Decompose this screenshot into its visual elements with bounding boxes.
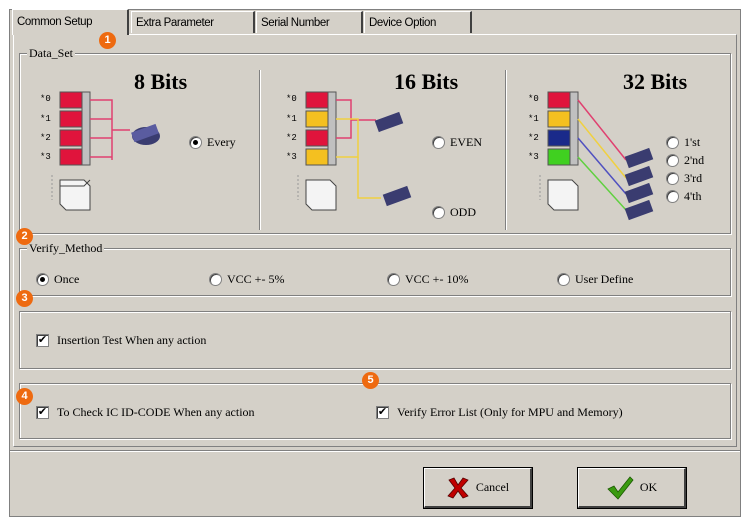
- radio-every[interactable]: Every: [189, 135, 236, 150]
- callout-badge-2: 2: [16, 228, 33, 245]
- radio-vcc-5-dot[interactable]: [209, 273, 222, 286]
- radio-odd-label: ODD: [450, 205, 476, 219]
- radio-2nd[interactable]: 2'nd: [666, 153, 704, 168]
- verify-error-list-label: Verify Error List (Only for MPU and Memo…: [397, 405, 623, 419]
- radio-user-define[interactable]: User Define: [557, 272, 633, 287]
- callout-badge-5: 5: [362, 372, 379, 389]
- dialog-panel: Common Setup Extra Parameter Serial Numb…: [9, 9, 741, 517]
- cancel-button[interactable]: Cancel: [423, 467, 533, 509]
- radio-every-label: Every: [207, 135, 236, 149]
- radio-user-define-label: User Define: [575, 272, 634, 286]
- radio-1st-label: 1'st: [684, 135, 701, 149]
- tab-device-option[interactable]: Device Option: [364, 11, 472, 33]
- radio-once-dot[interactable]: [36, 273, 49, 286]
- bits-32-diagram-icon: [539, 91, 654, 221]
- radio-every-dot[interactable]: [189, 136, 202, 149]
- radio-even-label: EVEN: [450, 135, 482, 149]
- radio-even-dot[interactable]: [432, 136, 445, 149]
- verify-error-list-check-icon[interactable]: ✔: [376, 406, 389, 419]
- ok-button[interactable]: OK: [577, 467, 687, 509]
- radio-2nd-dot[interactable]: [666, 154, 679, 167]
- bits-8-diagram-icon: [51, 91, 160, 211]
- radio-4th-dot[interactable]: [666, 190, 679, 203]
- radio-vcc-10-label: VCC +- 10%: [405, 272, 469, 286]
- ok-check-icon: [607, 475, 634, 500]
- insertion-test-label: Insertion Test When any action: [57, 333, 207, 347]
- cancel-x-icon: [447, 476, 469, 498]
- callout-badge-3: 3: [16, 290, 33, 307]
- radio-user-define-dot[interactable]: [557, 273, 570, 286]
- check-id-code-checkbox[interactable]: ✔ To Check IC ID-CODE When any action: [36, 405, 255, 420]
- radio-4th-label: 4'th: [684, 189, 702, 203]
- bottom-separator: [10, 450, 740, 452]
- radio-once-label: Once: [54, 272, 80, 286]
- check-id-code-check-icon[interactable]: ✔: [36, 406, 49, 419]
- radio-3rd[interactable]: 3'rd: [666, 171, 702, 186]
- check-id-code-label: To Check IC ID-CODE When any action: [57, 405, 255, 419]
- insertion-test-checkbox[interactable]: ✔ Insertion Test When any action: [36, 333, 206, 348]
- ok-button-label: OK: [639, 480, 658, 494]
- radio-even[interactable]: EVEN: [432, 135, 482, 150]
- radio-3rd-dot[interactable]: [666, 172, 679, 185]
- radio-odd[interactable]: ODD: [432, 205, 476, 220]
- callout-badge-4: 4: [16, 388, 33, 405]
- callout-badge-1: 1: [99, 32, 116, 49]
- radio-vcc-10[interactable]: VCC +- 10%: [387, 272, 468, 287]
- radio-2nd-label: 2'nd: [684, 153, 705, 167]
- radio-1st-dot[interactable]: [666, 136, 679, 149]
- radio-1st[interactable]: 1'st: [666, 135, 700, 150]
- radio-odd-dot[interactable]: [432, 206, 445, 219]
- tab-extra-parameter[interactable]: Extra Parameter: [131, 11, 255, 33]
- window-frame: Common Setup Extra Parameter Serial Numb…: [0, 0, 748, 525]
- radio-3rd-label: 3'rd: [684, 171, 703, 185]
- verify-method-legend: Verify_Method: [27, 241, 105, 256]
- insertion-test-check-icon[interactable]: ✔: [36, 334, 49, 347]
- data-set-divider-1: [259, 70, 261, 230]
- radio-once[interactable]: Once: [36, 272, 79, 287]
- data-set-legend: Data_Set: [27, 46, 75, 61]
- tab-serial-number[interactable]: Serial Number: [256, 11, 363, 33]
- radio-vcc-5[interactable]: VCC +- 5%: [209, 272, 284, 287]
- tab-common-setup[interactable]: Common Setup: [12, 9, 129, 35]
- bits-16-diagram-icon: [297, 91, 412, 211]
- radio-4th[interactable]: 4'th: [666, 189, 702, 204]
- cancel-button-label: Cancel: [475, 480, 510, 494]
- data-set-divider-2: [505, 70, 507, 230]
- verify-error-list-checkbox[interactable]: ✔ Verify Error List (Only for MPU and Me…: [376, 405, 623, 420]
- radio-vcc-10-dot[interactable]: [387, 273, 400, 286]
- radio-vcc-5-label: VCC +- 5%: [227, 272, 285, 286]
